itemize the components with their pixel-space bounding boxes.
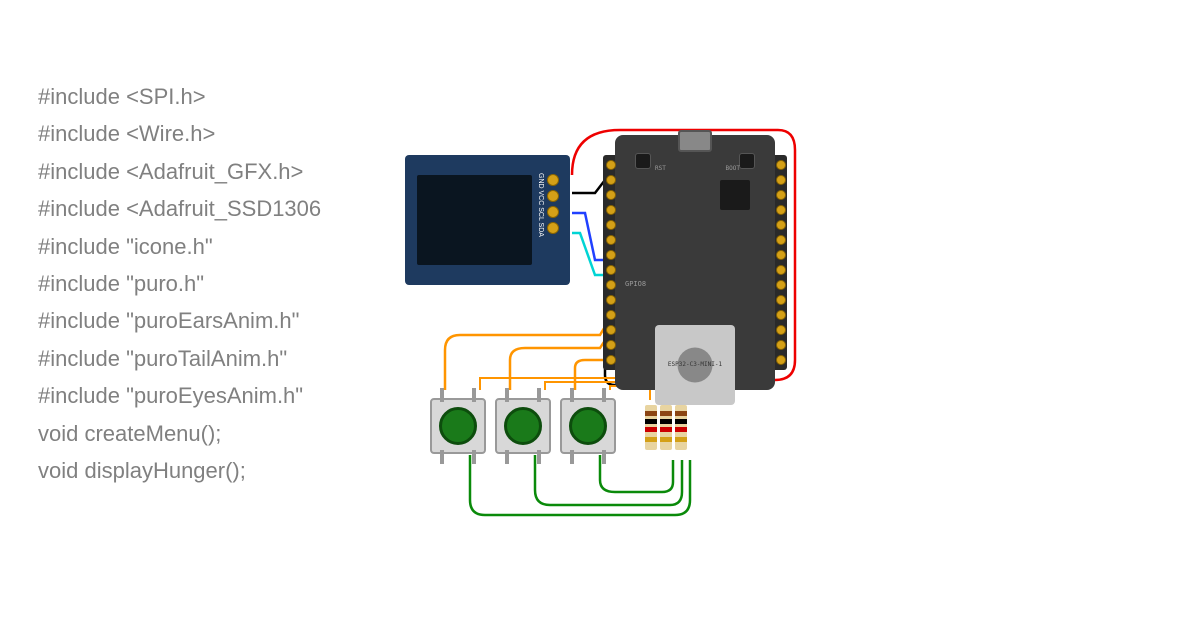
reset-button[interactable] xyxy=(635,153,651,169)
boot-label: BOOT xyxy=(726,165,740,172)
code-line: #include "puroEyesAnim.h" xyxy=(38,377,321,414)
code-snippet: #include <SPI.h> #include <Wire.h> #incl… xyxy=(38,78,321,489)
pushbutton-1[interactable] xyxy=(430,398,486,454)
code-line: #include "puroTailAnim.h" xyxy=(38,340,321,377)
resistor-3[interactable] xyxy=(675,405,687,450)
oled-screen xyxy=(417,175,532,265)
oled-display[interactable]: GND VCC SCL SDA xyxy=(405,155,570,285)
button-cap-icon xyxy=(439,407,477,445)
module-label: ESP32-C3-MINI-1 xyxy=(668,361,722,368)
chip-icon xyxy=(720,180,750,210)
pushbutton-2[interactable] xyxy=(495,398,551,454)
code-line: #include "puro.h" xyxy=(38,265,321,302)
resistor-2[interactable] xyxy=(660,405,672,450)
boot-button[interactable] xyxy=(739,153,755,169)
oled-pin-labels: GND VCC SCL SDA xyxy=(537,173,544,237)
rst-label: RST xyxy=(655,165,666,172)
circuit-diagram: GND VCC SCL SDA RST BOOT GPIO8 ESP32-C3-… xyxy=(400,120,900,540)
button-cap-icon xyxy=(569,407,607,445)
code-line: void displayHunger(); xyxy=(38,452,321,489)
button-cap-icon xyxy=(504,407,542,445)
code-line: #include <Adafruit_SSD1306 xyxy=(38,190,321,227)
code-line: #include <Wire.h> xyxy=(38,115,321,152)
code-line: void createMenu(); xyxy=(38,415,321,452)
pin-header-right xyxy=(775,155,787,370)
resistor-1[interactable] xyxy=(645,405,657,450)
pin-header-left xyxy=(603,155,615,370)
esp32-board[interactable]: RST BOOT GPIO8 ESP32-C3-MINI-1 xyxy=(615,135,775,390)
oled-pin-header xyxy=(547,170,562,270)
pushbutton-3[interactable] xyxy=(560,398,616,454)
code-line: #include "puroEarsAnim.h" xyxy=(38,302,321,339)
code-line: #include <SPI.h> xyxy=(38,78,321,115)
code-line: #include "icone.h" xyxy=(38,228,321,265)
gpio8-label: GPIO8 xyxy=(625,280,646,288)
code-line: #include <Adafruit_GFX.h> xyxy=(38,153,321,190)
usb-port-icon xyxy=(678,130,712,152)
